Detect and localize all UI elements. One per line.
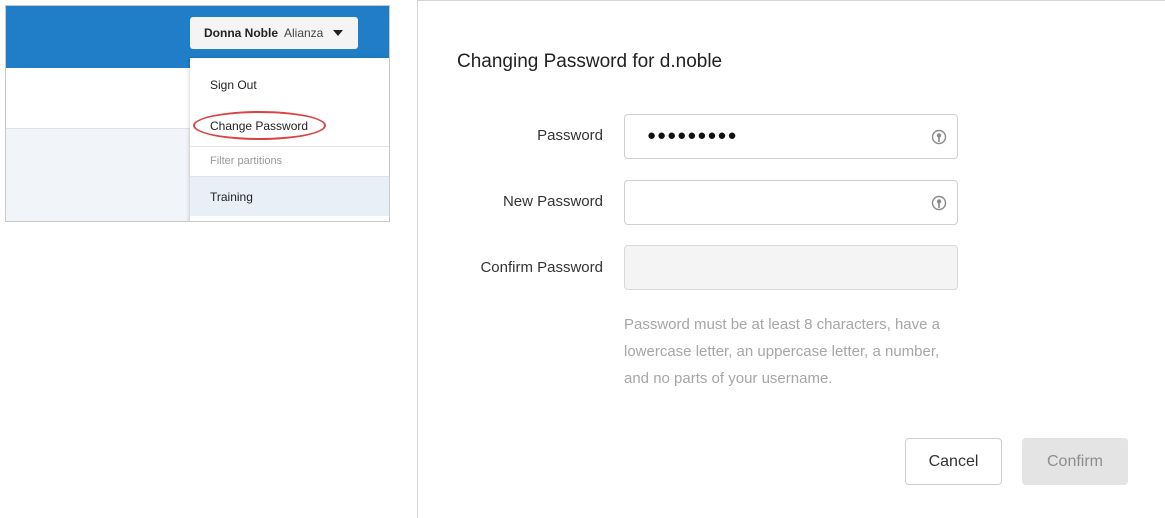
org-name: Alianza [284, 26, 324, 40]
app-window-inset: Donna Noble Alianza Sign Out Change Pass… [5, 5, 390, 222]
password-manager-icon[interactable] [931, 129, 947, 145]
confirm-password-label: Confirm Password [480, 259, 603, 276]
filter-partitions-input[interactable]: Filter partitions [190, 146, 389, 175]
password-label: Password [537, 127, 603, 144]
partition-item-training[interactable]: Training [190, 176, 389, 216]
password-value: ●●●●●●●●● [647, 127, 738, 144]
user-menu-button[interactable]: Donna Noble Alianza [190, 17, 358, 49]
password-field[interactable]: ●●●●●●●●● [624, 114, 958, 159]
menu-item-sign-out[interactable]: Sign Out [190, 78, 389, 92]
new-password-field[interactable] [624, 180, 958, 225]
new-password-label: New Password [502, 193, 603, 210]
confirm-button[interactable]: Confirm [1022, 438, 1128, 485]
change-password-dialog: Changing Password for d.noble Password ●… [417, 0, 1165, 518]
password-manager-icon[interactable] [931, 195, 947, 211]
menu-item-change-password[interactable]: Change Password [190, 119, 389, 133]
confirm-password-field[interactable] [624, 245, 958, 290]
caret-down-icon [333, 30, 344, 36]
dialog-title: Changing Password for d.noble [457, 51, 723, 72]
password-requirements-hint: Password must be at least 8 characters, … [624, 316, 940, 387]
user-name: Donna Noble [204, 26, 278, 40]
account-dropdown-menu: Sign Out Change Password Filter partitio… [190, 58, 389, 221]
cancel-button[interactable]: Cancel [905, 438, 1002, 485]
